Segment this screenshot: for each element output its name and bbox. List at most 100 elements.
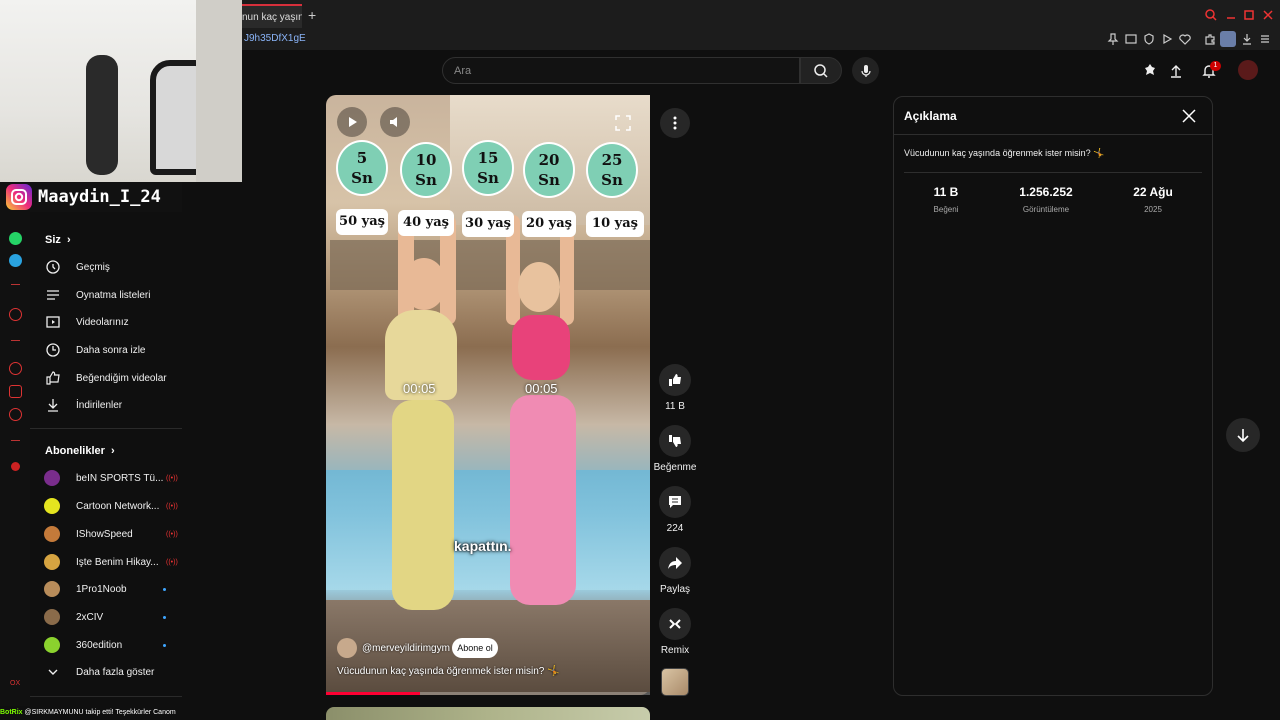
pin-icon[interactable] [1106, 32, 1120, 46]
timer-left: 00:05 [403, 381, 436, 396]
sidebar-item-downloads[interactable]: İndirilenler [44, 394, 184, 416]
telegram-icon[interactable] [9, 254, 22, 267]
liked-icon [44, 369, 62, 387]
subscribe-button[interactable]: Abone ol [452, 638, 498, 658]
close-window-icon[interactable] [1261, 8, 1275, 22]
profile-icon[interactable] [1220, 31, 1236, 47]
strip-divider [11, 284, 20, 285]
pergola [330, 240, 650, 290]
subscription-item[interactable]: 1Pro1Noob [44, 578, 174, 600]
gx-label: OX [10, 680, 21, 687]
sound-thumbnail[interactable] [661, 668, 689, 696]
share-icon [667, 555, 683, 571]
show-more-label: Daha fazla göster [76, 666, 155, 678]
sidebar-item-label: Daha sonra izle [76, 344, 146, 356]
sidebar-item-watch-later[interactable]: Daha sonra izle [44, 339, 184, 361]
search-icon[interactable] [1204, 8, 1218, 22]
sidebar-item-label: İndirilenler [76, 399, 123, 411]
volume-icon [388, 115, 402, 129]
seconds-bubble: 25 Sn [586, 142, 638, 198]
shield-icon[interactable] [1142, 32, 1156, 46]
thumbs-down-icon [667, 433, 683, 449]
fullscreen-icon[interactable] [614, 114, 632, 132]
subscription-item[interactable]: 2xCIV [44, 606, 174, 628]
panel-divider [894, 134, 1212, 135]
avatar[interactable] [1238, 60, 1258, 80]
voice-search-button[interactable] [852, 57, 879, 84]
download-icon[interactable] [1240, 32, 1254, 46]
bubble-unit: Sn [477, 169, 499, 187]
history-icon [44, 258, 62, 276]
volume-button[interactable] [380, 107, 410, 137]
menu-icon[interactable] [1258, 32, 1272, 46]
channel-avatar[interactable] [337, 638, 357, 658]
new-tab-button[interactable]: + [308, 7, 316, 23]
more-options-button[interactable] [660, 108, 690, 138]
subscription-item[interactable]: İşte Benim Hikay... ((•)) [44, 551, 178, 573]
dislike-label: Beğenme [653, 462, 697, 473]
like-button[interactable] [659, 364, 691, 396]
subscription-item[interactable]: beIN SPORTS Tü... ((•)) [44, 467, 178, 489]
you-section-title[interactable]: Siz › [45, 234, 71, 246]
history-strip-icon[interactable] [9, 362, 22, 375]
next-short-button[interactable] [1226, 418, 1260, 452]
channel-name: beIN SPORTS Tü... [76, 472, 164, 484]
instagram-handle: Maaydin_I_24 [38, 187, 161, 207]
microphone-icon [859, 64, 873, 78]
share-button[interactable] [659, 547, 691, 579]
heart-icon[interactable] [1178, 32, 1192, 46]
bubble-unit: Sn [415, 171, 437, 189]
remix-button[interactable] [659, 608, 691, 640]
browser-tab[interactable]: nun kaç yaşında [242, 4, 302, 28]
sidebar-item-playlists[interactable]: Oynatma listeleri [44, 284, 184, 306]
play-button[interactable] [337, 107, 367, 137]
date-stat-label: 2025 [1144, 205, 1162, 214]
settings-icon[interactable] [9, 408, 22, 421]
search-button[interactable] [800, 57, 842, 84]
sidebar-item-liked-videos[interactable]: Beğendiğim videolar [44, 367, 184, 389]
bubble-number: 10 [415, 151, 437, 169]
sidebar-divider [30, 696, 182, 697]
bubble-unit: Sn [351, 169, 373, 187]
player-icon[interactable] [9, 308, 22, 321]
create-icon[interactable] [1141, 62, 1159, 80]
subscription-item[interactable]: Cartoon Network... ((•)) [44, 495, 178, 517]
upload-icon[interactable] [1167, 62, 1185, 80]
screenshot-icon[interactable] [1124, 32, 1138, 46]
video-subtitle: kapattın. [454, 538, 512, 554]
maximize-icon[interactable] [1242, 8, 1256, 22]
dislike-button[interactable] [659, 425, 691, 457]
close-icon[interactable] [1180, 107, 1198, 125]
download-icon [44, 396, 62, 414]
video-title[interactable]: Vücudunun kaç yaşında öğrenmek ister mis… [337, 666, 560, 677]
seconds-bubble: 15 Sn [462, 140, 514, 196]
webcam-overlay [0, 0, 242, 182]
subscriptions-section-title[interactable]: Abonelikler › [45, 445, 115, 457]
channel-name: 2xCIV [76, 611, 104, 623]
subscription-item[interactable]: IShowSpeed ((•)) [44, 523, 178, 545]
sidebar-item-label: Geçmiş [76, 261, 110, 273]
sidebar-item-history[interactable]: Geçmiş [44, 256, 184, 278]
comment-count: 224 [666, 523, 684, 534]
subscription-item[interactable]: 360edition [44, 634, 174, 656]
channel-name: 360edition [76, 639, 123, 651]
panel-divider [904, 172, 1202, 173]
person-head [402, 258, 446, 310]
remix-label: Remix [660, 645, 690, 656]
next-short-preview[interactable] [326, 707, 650, 720]
sidebar-item-label: Oynatma listeleri [76, 289, 151, 301]
play-icon[interactable] [1160, 32, 1174, 46]
sidebar-item-your-videos[interactable]: Videolarınız [44, 311, 184, 333]
whatsapp-icon[interactable] [9, 232, 22, 245]
comments-button[interactable] [659, 486, 691, 518]
extensions-strip-icon[interactable] [9, 385, 22, 398]
minimize-icon[interactable] [1224, 8, 1238, 22]
show-more-button[interactable]: Daha fazla göster [44, 661, 184, 683]
opera-icon[interactable] [11, 462, 20, 471]
url-text[interactable]: J9h35DfX1gE [244, 33, 306, 44]
extensions-icon[interactable] [1203, 32, 1217, 46]
channel-name[interactable]: @merveyildirimgym [362, 643, 450, 654]
search-input[interactable]: Ara [442, 57, 800, 84]
live-icon: ((•)) [166, 531, 178, 538]
channel-name: 1Pro1Noob [76, 583, 127, 595]
